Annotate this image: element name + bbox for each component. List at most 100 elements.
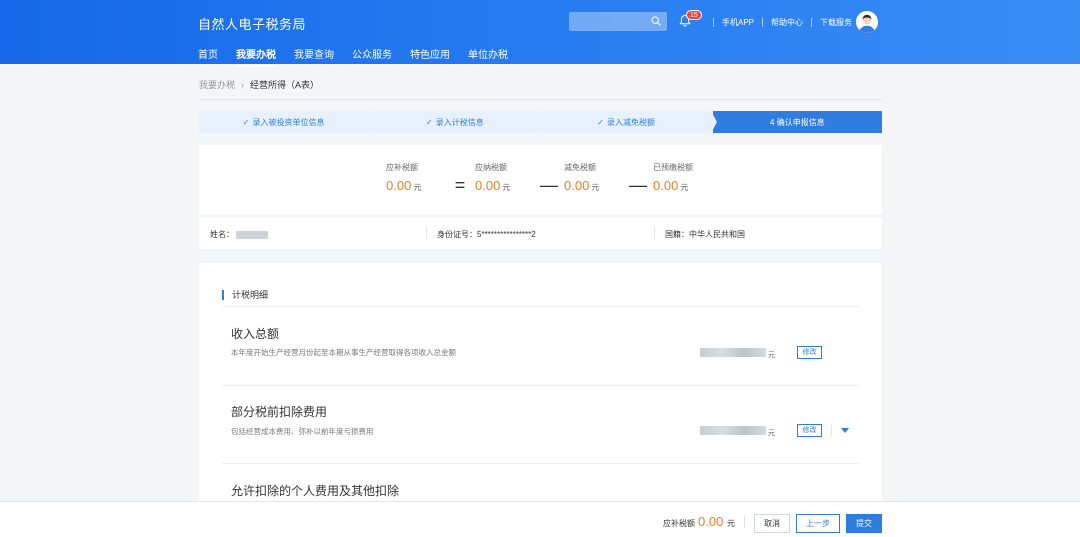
tax-payable-cell: 应补税额 0.00 元 [386,162,445,193]
summary-unit: 元 [591,183,600,192]
step-3[interactable]: ✓ 录入减免税额 [541,111,717,133]
summary-label: 应纳税额 [475,163,507,172]
edit-deduction-button[interactable]: 修改 [797,424,822,437]
divider [426,227,427,239]
divider [713,18,714,27]
check-icon: ✓ [597,117,604,127]
equals-operator: = [454,175,466,195]
step-arrow [539,111,546,133]
breadcrumb-current: 经营所得（A表） [250,80,320,90]
summary-value: 0.00 [386,178,412,193]
name-field: 姓名： [210,229,268,240]
section-title: 计税明细 [222,290,268,300]
name-label: 姓名： [210,230,234,239]
mobile-app-link[interactable]: 手机APP [722,17,754,28]
nav-home[interactable]: 首页 [198,46,218,61]
minus-operator: — [629,175,647,195]
id-field: 身份证号：5****************2 [437,229,536,240]
step-arrow [368,111,375,133]
redacted-amount [700,348,766,357]
divider [831,425,832,436]
header-links: 手机APP 帮助中心 下载服务 [705,17,852,28]
divider [222,385,859,386]
footer-tax-value: 0.00 [698,514,724,529]
tax-detail-panel: 计税明细 收入总额 本年度开始生产经营月份起至本期从事生产经营取得各项收入总金额… [199,263,882,503]
avatar[interactable] [856,11,878,33]
summary-value: 0.00 [653,178,679,193]
nav-public-service[interactable]: 公众服务 [352,46,392,61]
id-label: 身份证号： [437,230,477,239]
summary-label: 已预缴税额 [653,163,693,172]
breadcrumb-separator-icon: › [241,79,245,90]
step-label: 4 确认申报信息 [770,117,825,127]
summary-label: 减免税额 [564,163,596,172]
divider [811,18,813,27]
bottom-action-bar: 应补税额 0.00 元 取消 上一步 提交 [0,501,1080,537]
deduction-title: 部分税前扣除费用 [231,405,328,419]
divider [762,18,764,27]
nav-unit-tax[interactable]: 单位办税 [468,46,508,61]
minus-operator: — [540,175,558,195]
summary-unit: 元 [413,183,422,192]
summary-unit: 元 [680,183,689,192]
divider [654,227,655,239]
breadcrumb-parent[interactable]: 我要办税 [199,78,235,91]
footer-tax-unit: 元 [727,519,735,528]
breadcrumb: 我要办税 › 经营所得（A表） [199,78,319,91]
summary-unit: 元 [502,183,511,192]
taxpayer-info-bar: 姓名： 身份证号：5****************2 国籍：中华人民共和国 [199,218,882,249]
search-icon[interactable] [651,16,661,26]
notification-badge: 15 [686,10,702,20]
chevron-down-icon[interactable] [841,428,849,433]
income-total-desc: 本年度开始生产经营月份起至本期从事生产经营取得各项收入总金额 [231,348,456,357]
edit-income-button[interactable]: 修改 [797,346,822,359]
income-total-title: 收入总额 [231,327,280,341]
nav-tax-filing[interactable]: 我要办税 [236,46,276,67]
tax-summary-panel: 应补税额 0.00 元 = 应纳税额 0.00 元 — 减免税额 0.00 元 — 已… [199,145,882,214]
redacted-amount [700,426,766,435]
main-nav: 首页 我要办税 我要查询 公众服务 特色应用 单位办税 [198,46,508,67]
user-avatar-icon [856,11,878,33]
nationality-value: 中华人民共和国 [689,230,745,239]
step-arrow [710,111,717,133]
divider [222,306,859,307]
divider [744,516,745,528]
step-label: 录入减免税额 [606,117,655,127]
redacted-name [236,230,268,239]
summary-value: 0.00 [564,178,590,193]
top-header: 自然人电子税务局 首页 我要办税 我要查询 公众服务 特色应用 单位办税 15 … [0,0,1080,67]
site-title[interactable]: 自然人电子税务局 [198,14,306,33]
step-2[interactable]: ✓ 录入计税信息 [370,111,546,133]
cancel-button[interactable]: 取消 [754,514,790,533]
step-label: 录入计税信息 [435,117,484,127]
nationality-label: 国籍： [665,230,689,239]
tax-due-cell: 应纳税额 0.00 元 [475,162,534,193]
step-label: 录入被投资单位信息 [252,117,325,127]
nav-featured-apps[interactable]: 特色应用 [410,46,450,61]
tax-reduction-cell: 减免税额 0.00 元 [564,162,623,193]
help-center-link[interactable]: 帮助中心 [771,17,803,28]
amount-unit: 元 [768,352,775,359]
previous-step-button[interactable]: 上一步 [796,514,840,533]
deduction-desc: 包括经营成本费用、弥补以前年度亏损费用 [231,427,374,436]
prepaid-tax-cell: 已预缴税额 0.00 元 [653,162,712,193]
divider [199,99,882,100]
submit-button[interactable]: 提交 [846,514,882,533]
check-icon: ✓ [426,117,433,127]
personal-deduction-title: 允许扣除的个人费用及其他扣除 [231,484,400,498]
progress-steps: ✓ 录入被投资单位信息 ✓ 录入计税信息 ✓ 录入减免税额 4 确认申报信息 [199,111,882,133]
amount-unit: 元 [768,430,775,437]
search-input[interactable] [569,12,667,31]
id-value: 5****************2 [477,230,536,239]
download-service-link[interactable]: 下载服务 [820,17,852,28]
footer-tax-label: 应补税额 [663,519,695,528]
nav-query[interactable]: 我要查询 [294,46,334,61]
step-4: 4 确认申报信息 [712,111,882,133]
step-1[interactable]: ✓ 录入被投资单位信息 [199,111,375,133]
summary-label: 应补税额 [386,163,418,172]
divider [222,463,859,464]
tax-formula: 应补税额 0.00 元 = 应纳税额 0.00 元 — 减免税额 0.00 元 — 已… [386,162,712,196]
check-icon: ✓ [242,117,250,127]
nationality-field: 国籍：中华人民共和国 [665,229,745,240]
summary-value: 0.00 [475,178,501,193]
